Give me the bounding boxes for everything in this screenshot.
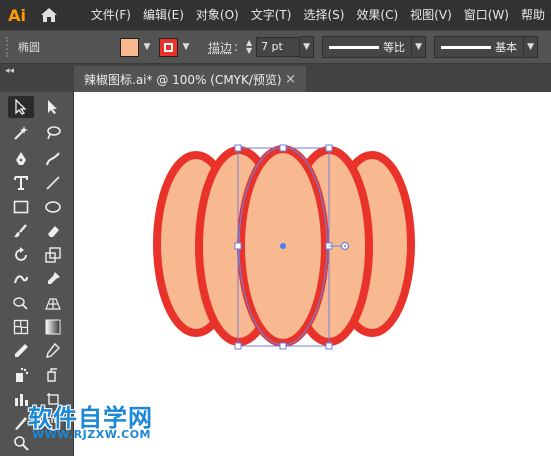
tab-strip: ◂◂ 辣椒图标.ai* @ 100% (CMYK/预览) × — [0, 64, 551, 92]
symbol-sprayer-tool-icon[interactable] — [8, 364, 34, 386]
stroke-weight-dropdown[interactable]: ▼ — [300, 36, 315, 58]
ellipse-tool-icon[interactable] — [40, 196, 66, 218]
watermark: 软件自学网 WWW.RJZXW.COM — [28, 398, 188, 448]
profile-line-sample — [329, 45, 380, 49]
stroke-weight-spinner[interactable]: ▲ ▼ — [242, 36, 256, 58]
control-bar: 椭圆 ▼ ▼ 描边 : ▲ ▼ 7 pt ▼ 等比 ▼ 基本 ▼ — [0, 30, 551, 64]
stroke-swatch[interactable] — [159, 37, 178, 57]
warp-tool-icon[interactable] — [8, 268, 34, 290]
selection-tool-icon[interactable] — [8, 96, 34, 118]
gradient-tool-icon[interactable] — [40, 316, 66, 338]
brush-line-sample — [441, 45, 492, 49]
menu-select[interactable]: 选择(S) — [297, 0, 350, 30]
home-icon[interactable] — [36, 0, 62, 30]
type-tool-icon[interactable] — [8, 172, 34, 194]
shape-builder-tool-icon[interactable] — [8, 292, 34, 314]
rotate-tool-icon[interactable] — [8, 244, 34, 266]
magic-wand-tool-icon[interactable] — [8, 122, 34, 144]
menu-window[interactable]: 窗口(W) — [458, 0, 515, 30]
handle-top-left — [234, 144, 242, 152]
rectangle-tool-icon[interactable] — [8, 196, 34, 218]
lasso-tool-icon[interactable] — [40, 122, 66, 144]
eyedropper-tool-icon[interactable] — [8, 340, 34, 362]
perspective-grid-tool-icon[interactable] — [40, 292, 66, 314]
toolbox-header: ◂◂ — [0, 64, 74, 92]
collapse-toolbox-icon[interactable]: ◂◂ — [5, 66, 14, 76]
eraser-tool-icon[interactable] — [40, 220, 66, 242]
stroke-dropdown[interactable]: ▼ — [178, 37, 194, 57]
stroke-label[interactable]: 描边 — [208, 39, 232, 56]
menu-bar: Ai 文件(F) 编辑(E) 对象(O) 文字(T) 选择(S) 效果(C) 视… — [0, 0, 551, 30]
line-tool-icon[interactable] — [40, 172, 66, 194]
fill-swatch[interactable] — [120, 37, 139, 57]
watermark-url: WWW.RJZXW.COM — [32, 428, 151, 441]
menu-view[interactable]: 视图(V) — [404, 0, 458, 30]
stroke-swatch-inner — [164, 42, 173, 52]
menu-help[interactable]: 帮助 — [515, 0, 551, 30]
current-tool-name: 椭圆 — [18, 41, 40, 54]
handle-top-right — [325, 144, 333, 152]
profile-label: 等比 — [383, 41, 406, 54]
pen-tool-icon[interactable] — [8, 148, 34, 170]
blend-tool-icon[interactable] — [40, 340, 66, 362]
menu-edit[interactable]: 编辑(E) — [137, 0, 190, 30]
paintbrush-tool-icon[interactable] — [8, 220, 34, 242]
handle-bottom-left — [234, 342, 242, 350]
center-point — [280, 243, 286, 249]
menu-file[interactable]: 文件(F) — [85, 0, 137, 30]
handle-bottom-mid — [279, 342, 287, 350]
fill-dropdown[interactable]: ▼ — [139, 37, 155, 57]
app-logo[interactable]: Ai — [2, 0, 32, 30]
curvature-tool-icon[interactable] — [40, 148, 66, 170]
menu-object[interactable]: 对象(O) — [190, 0, 245, 30]
brush-label: 基本 — [495, 41, 518, 54]
brush-dropdown[interactable]: ▼ — [524, 36, 539, 58]
mesh-tool-icon[interactable] — [8, 316, 34, 338]
direct-selection-tool-icon[interactable] — [40, 96, 66, 118]
stroke-weight-input[interactable]: 7 pt — [256, 37, 301, 57]
document-tab-title: 辣椒图标.ai* @ 100% (CMYK/预览) — [84, 72, 282, 87]
handle-bottom-right — [325, 342, 333, 350]
puppet-warp-tool-icon[interactable] — [40, 268, 66, 290]
brush-definition[interactable]: 基本 — [434, 36, 525, 58]
handle-mid-left — [234, 242, 242, 250]
variable-width-profile[interactable]: 等比 — [322, 36, 413, 58]
handle-top-mid — [279, 144, 287, 152]
menu-type[interactable]: 文字(T) — [245, 0, 298, 30]
menu-items: 文件(F) 编辑(E) 对象(O) 文字(T) 选择(S) 效果(C) 视图(V… — [85, 0, 551, 30]
ellipse-widget-dot — [344, 245, 346, 247]
stroke-colon: : — [234, 40, 239, 54]
profile-dropdown[interactable]: ▼ — [412, 36, 427, 58]
close-tab-icon[interactable]: × — [285, 72, 296, 87]
scale-tool-icon[interactable] — [40, 244, 66, 266]
live-paint-tool-icon[interactable] — [40, 364, 66, 386]
menu-effect[interactable]: 效果(C) — [350, 0, 404, 30]
document-tab[interactable]: 辣椒图标.ai* @ 100% (CMYK/预览) × — [74, 66, 306, 92]
